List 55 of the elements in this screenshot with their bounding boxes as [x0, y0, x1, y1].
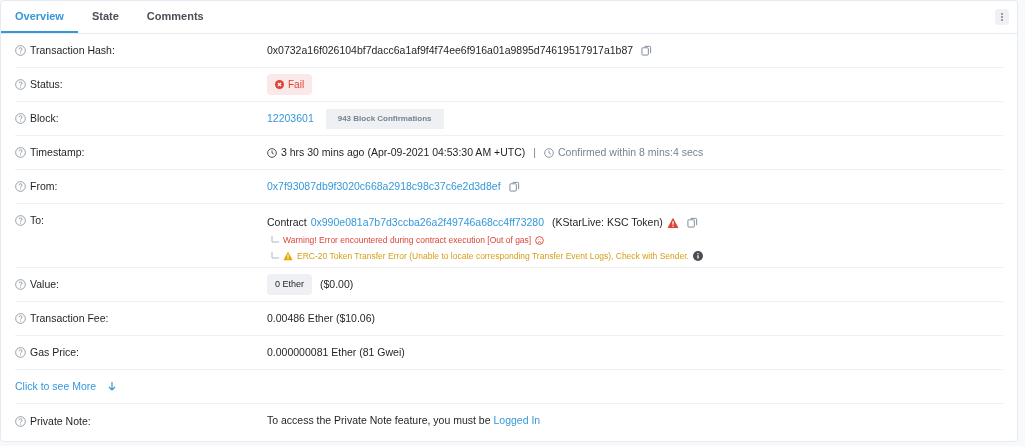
notice-text: ERC-20 Token Transfer Error (Unable to locate corresponding Transfer Event Logs), Check with Sender. — [297, 249, 689, 263]
help-icon — [15, 147, 26, 158]
value-usd: ($0.00) — [320, 276, 354, 292]
field-label: Transaction Fee: — [30, 313, 109, 324]
see-more-link[interactable]: Click to see More — [15, 378, 117, 395]
error-icon — [275, 80, 284, 89]
help-icon — [15, 313, 26, 324]
copy-icon[interactable] — [686, 217, 698, 229]
field-label: Block: — [30, 113, 59, 124]
contract-link[interactable]: 0x990e081a7b7d3ccba26a2f49746a68cc4ff73280 — [310, 215, 545, 231]
tab[interactable]: Comments — [132, 1, 218, 33]
copy-icon[interactable] — [641, 45, 653, 56]
field-label: Private Note: — [30, 415, 91, 427]
contract-label: Contract — [267, 215, 307, 230]
timer-icon — [544, 147, 554, 158]
transaction-hash: 0x0732a16f026104bf7dacc6a1af9f4f74ee6f916a01a9895d74619517917a1b87 — [267, 42, 634, 58]
sad-face-icon — [535, 235, 545, 245]
separator: | — [533, 144, 536, 160]
info-icon — [693, 250, 703, 261]
warning-icon — [666, 216, 679, 229]
warning-text: Warning! Error encountered during contract execution [Out of gas] — [283, 233, 532, 247]
help-icon — [15, 347, 26, 358]
field-label: To: — [30, 215, 44, 226]
tab[interactable]: State — [77, 1, 133, 33]
field-label: Gas Price: — [30, 347, 79, 358]
help-icon — [15, 45, 26, 56]
field-value: 0.00486 Ether ($10.06) — [267, 310, 375, 326]
copy-icon[interactable] — [508, 181, 520, 192]
value-badge: 0 Ether — [267, 273, 313, 296]
more-options-button[interactable] — [995, 9, 1009, 25]
warning-icon — [283, 250, 293, 261]
field-label: Timestamp: — [30, 147, 85, 158]
help-icon — [15, 79, 26, 90]
address-link[interactable]: 0x7f93087db9f3020c668a2918c98c37c6e2d3d8ef — [267, 178, 501, 195]
help-icon — [15, 181, 26, 192]
block-link[interactable]: 12203601 — [267, 110, 314, 127]
field-label: Transaction Hash: — [30, 45, 115, 56]
help-icon — [15, 215, 26, 226]
timestamp-text: 3 hrs 30 mins ago (Apr-09-2021 04:53:30 AM +UTC) — [281, 144, 526, 160]
token-name: (KStarLive: KSC Token) — [552, 215, 663, 230]
help-icon — [15, 113, 26, 124]
login-link[interactable]: Logged In — [493, 414, 541, 427]
field-label: Value: — [30, 279, 59, 290]
status-badge: Fail — [267, 74, 313, 95]
clock-icon — [267, 147, 277, 158]
field-label: From: — [30, 181, 58, 192]
help-icon — [15, 415, 26, 427]
field-value: 0.000000081 Ether (81 Gwei) — [267, 344, 405, 360]
help-icon — [15, 279, 26, 290]
tab[interactable]: Overview — [1, 1, 78, 33]
field-label: Status: — [30, 79, 63, 90]
confirmation-time: Confirmed within 8 mins:4 secs — [558, 144, 704, 160]
private-note-text: To access the Private Note feature, you must be Logged In — [267, 413, 541, 429]
arrow-down-icon — [108, 382, 117, 391]
confirmations-badge: 943 Block Confirmations — [325, 108, 444, 129]
